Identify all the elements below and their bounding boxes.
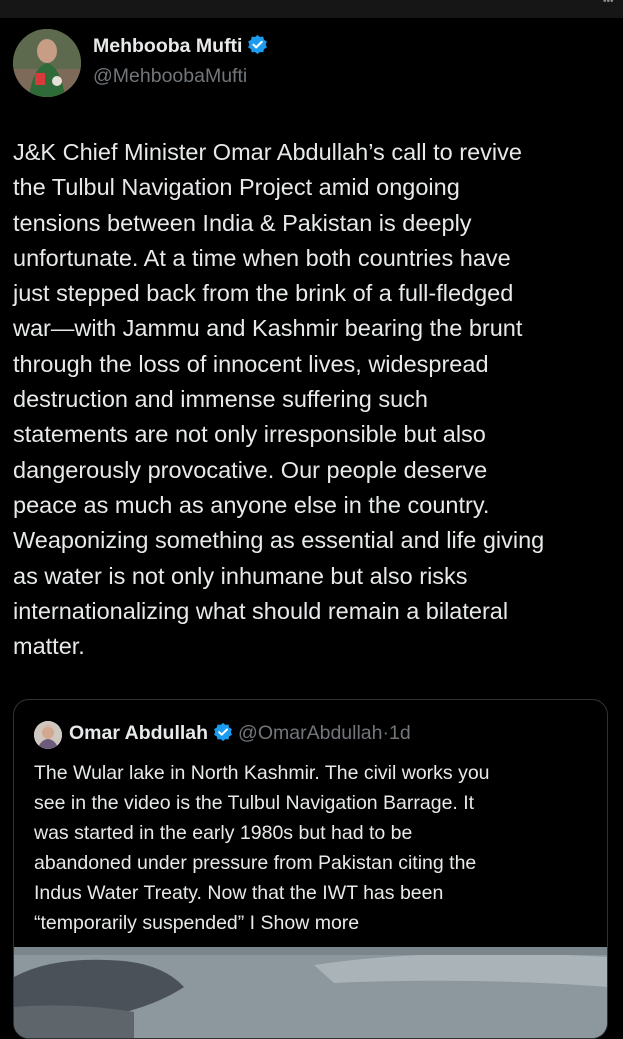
tweet-line: matter. <box>13 633 85 660</box>
tweet-line: J&K Chief Minister Omar Abdullah’s call … <box>13 139 522 165</box>
tweet-line: Weaponizing something as essential and l… <box>13 527 545 554</box>
quoted-author-avatar-image <box>34 721 62 749</box>
verified-badge-icon <box>214 722 232 742</box>
author-handle[interactable]: @MehboobaMufti <box>93 65 247 88</box>
quoted-tweet-line: The Wular lake in North Kashmir. The civ… <box>34 762 490 784</box>
tweet-line: as water is not only inhumane but also r… <box>13 562 468 589</box>
quoted-author-handle[interactable]: @OmarAbdullah <box>238 722 382 744</box>
tweet-line: just stepped back from the brink of a fu… <box>13 280 514 307</box>
tweet-body: J&K Chief Minister Omar Abdullah’s call … <box>13 135 613 664</box>
quoted-tweet-body: The Wular lake in North Kashmir. The civ… <box>34 758 604 938</box>
author-name-row[interactable]: Mehbooba Mufti <box>93 34 268 58</box>
quoted-tweet-header: Omar Abdullah @OmarAbdullah·1d <box>69 722 411 745</box>
tweet-line: war—with Jammu and Kashmir bearing the b… <box>13 315 523 342</box>
tweet-line: through the loss of innocent lives, wide… <box>13 350 489 377</box>
tweet-line: tensions between India & Pakistan is dee… <box>13 209 472 236</box>
quoted-tweet-line: Indus Water Treaty. Now that the IWT has… <box>34 882 444 904</box>
author-name[interactable]: Mehbooba Mufti <box>93 35 242 57</box>
tweet-line: destruction and immense suffering such <box>13 386 428 413</box>
quoted-tweet-card[interactable]: Omar Abdullah @OmarAbdullah·1d The Wular… <box>13 699 608 1039</box>
quoted-tweet-line: see in the video is the Tulbul Navigatio… <box>34 792 475 814</box>
tweet-line: unfortunate. At a time when both countri… <box>13 244 511 271</box>
quoted-tweet-time[interactable]: 1d <box>389 722 411 744</box>
verified-badge-icon <box>248 34 268 55</box>
quoted-author-name[interactable]: Omar Abdullah <box>69 722 208 744</box>
tweet-line: the Tulbul Navigation Project amid ongoi… <box>13 174 460 201</box>
author-avatar-image <box>13 29 81 97</box>
video-thumbnail <box>14 947 607 1038</box>
top-bar: ••• <box>0 0 623 18</box>
more-options-icon[interactable]: ••• <box>603 0 623 4</box>
quoted-tweet-line: was started in the early 1980s but had t… <box>34 822 413 844</box>
quoted-author-avatar[interactable] <box>34 721 62 749</box>
quoted-tweet-line: “temporarily suspended” I Show more <box>34 912 360 934</box>
tweet-line: dangerously provocative. Our people dese… <box>13 456 488 483</box>
tweet-line: peace as much as anyone else in the coun… <box>13 491 490 518</box>
author-avatar[interactable] <box>13 29 81 97</box>
quoted-tweet-video[interactable] <box>14 947 607 1038</box>
tweet-line: statements are not only irresponsible bu… <box>13 421 486 448</box>
tweet-line: internationalizing what should remain a … <box>13 597 509 624</box>
quoted-tweet-line: abandoned under pressure from Pakistan c… <box>34 852 477 874</box>
